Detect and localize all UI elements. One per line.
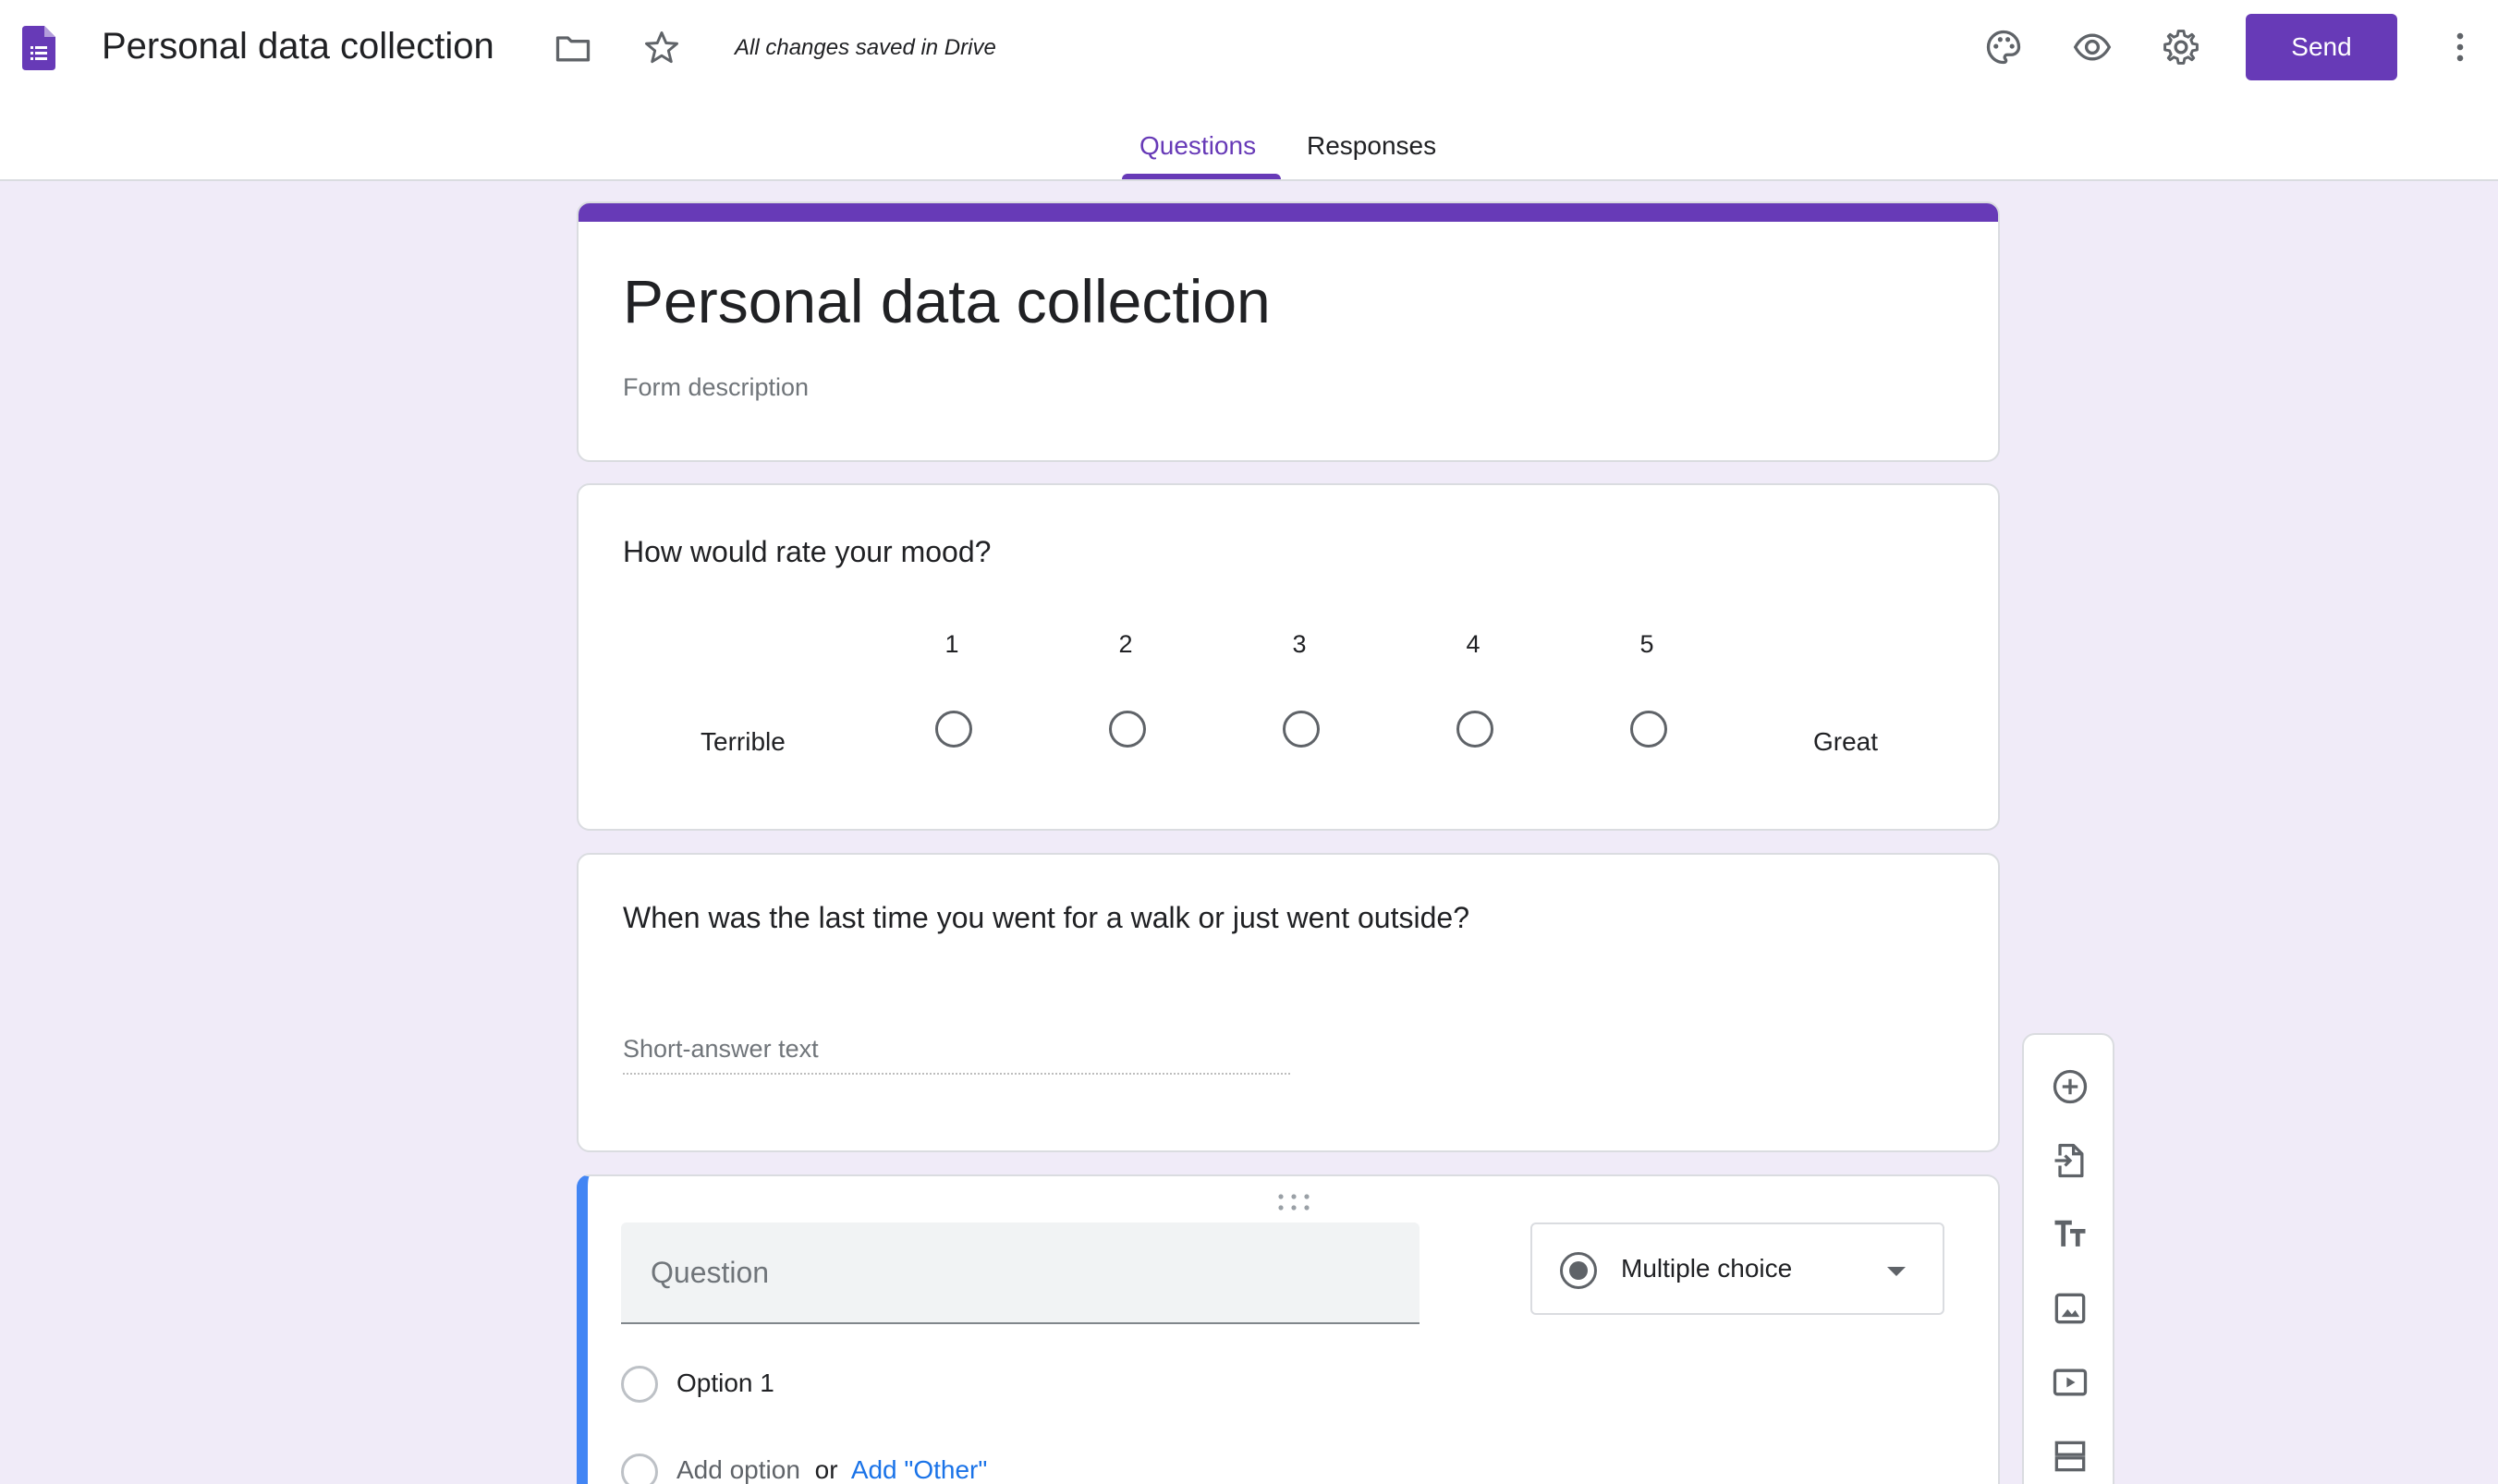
scale-radio-4[interactable] — [1456, 711, 1493, 748]
add-title-icon[interactable] — [2046, 1210, 2094, 1259]
form-title-card[interactable]: Personal data collection Form descriptio… — [577, 201, 2000, 462]
scale-number: 5 — [1639, 630, 1654, 658]
form-title[interactable]: Personal data collection — [623, 264, 1271, 338]
tab-questions[interactable]: Questions — [1139, 129, 1256, 163]
dropdown-arrow-icon — [1887, 1267, 1906, 1276]
forms-doc-icon[interactable] — [22, 26, 55, 70]
scale-radio-3[interactable] — [1283, 711, 1320, 748]
option-1-label[interactable]: Option 1 — [676, 1368, 774, 1398]
question-card-mood[interactable]: How would rate your mood? 1 2 3 4 5 Terr… — [577, 483, 2000, 831]
option-radio-icon — [621, 1366, 658, 1403]
title-card-accent — [579, 203, 1998, 222]
palette-icon[interactable] — [1978, 21, 2029, 73]
scale-number: 3 — [1292, 630, 1307, 658]
scale-high-label: Great — [1813, 727, 1879, 756]
add-option-link[interactable]: Add option — [676, 1455, 800, 1484]
question-input[interactable] — [621, 1222, 1420, 1324]
add-option-row: Add option or Add "Other" — [676, 1455, 987, 1484]
folder-icon[interactable] — [547, 22, 599, 74]
active-tab-indicator — [1122, 174, 1281, 179]
scale-low-label: Terrible — [701, 727, 786, 756]
short-answer-field: Short-answer text — [623, 1030, 1290, 1075]
send-button[interactable]: Send — [2246, 14, 2397, 80]
drag-handle-icon[interactable] — [1273, 1191, 1314, 1213]
radio-button-icon — [1560, 1252, 1597, 1289]
more-vert-icon[interactable] — [2434, 21, 2486, 73]
add-image-icon[interactable] — [2046, 1284, 2094, 1332]
scale-number: 1 — [944, 630, 959, 658]
eye-icon[interactable] — [2066, 21, 2118, 73]
scale-radio-1[interactable] — [935, 711, 972, 748]
add-video-icon[interactable] — [2046, 1358, 2094, 1406]
or-text: or — [814, 1455, 838, 1484]
tab-responses[interactable]: Responses — [1307, 129, 1436, 163]
question-type-select[interactable]: Multiple choice — [1530, 1222, 1944, 1315]
add-option-radio-icon — [621, 1454, 658, 1484]
scale-radio-5[interactable] — [1630, 711, 1667, 748]
add-question-icon[interactable] — [2046, 1063, 2094, 1111]
scale-number: 2 — [1118, 630, 1133, 658]
scale-number: 4 — [1466, 630, 1481, 658]
scale-radio-2[interactable] — [1109, 711, 1146, 748]
question-toolbar — [2022, 1033, 2114, 1484]
question-card-walk[interactable]: When was the last time you went for a wa… — [577, 853, 2000, 1152]
import-questions-icon[interactable] — [2046, 1137, 2094, 1185]
question-card-active[interactable]: Multiple choice Option 1 Add option or A… — [577, 1174, 2000, 1484]
gear-icon[interactable] — [2155, 21, 2207, 73]
add-section-icon[interactable] — [2046, 1432, 2094, 1480]
form-description[interactable]: Form description — [623, 373, 809, 402]
saved-status: All changes saved in Drive — [735, 35, 996, 60]
question-title: How would rate your mood? — [623, 535, 992, 568]
star-icon[interactable] — [636, 22, 688, 74]
question-title: When was the last time you went for a wa… — [623, 901, 1469, 934]
app-header: Personal data collection All changes sav… — [0, 0, 2498, 181]
app-title[interactable]: Personal data collection — [102, 24, 494, 68]
add-other-link[interactable]: Add "Other" — [851, 1455, 988, 1484]
question-type-label: Multiple choice — [1621, 1254, 1793, 1283]
